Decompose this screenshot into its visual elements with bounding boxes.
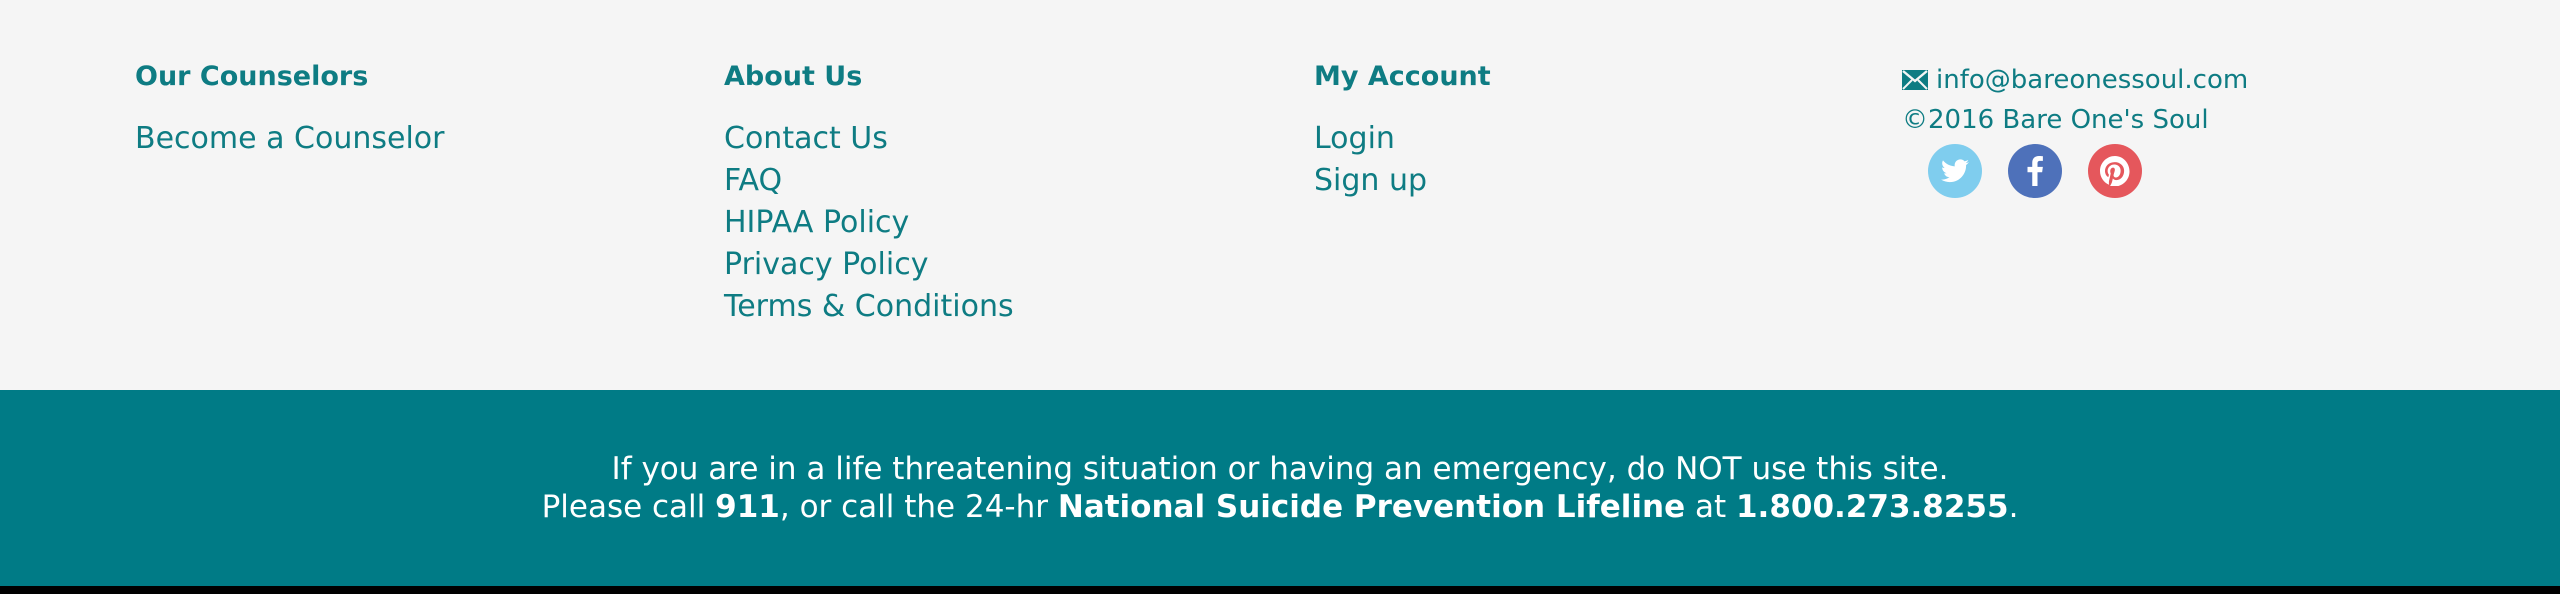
footer-links-section: Our Counselors Become a Counselor About … xyxy=(0,0,2560,390)
notice-text: , or call the 24-hr xyxy=(779,489,1058,525)
link-hipaa-policy[interactable]: HIPAA Policy xyxy=(724,202,1014,244)
counselors-column: Our Counselors Become a Counselor xyxy=(135,60,444,160)
about-column: About Us Contact Us FAQ HIPAA Policy Pri… xyxy=(724,60,1014,328)
about-heading: About Us xyxy=(724,61,863,92)
account-column: My Account Login Sign up xyxy=(1314,60,1491,202)
twitter-icon xyxy=(1941,159,1969,183)
notice-text: . xyxy=(2008,489,2019,525)
facebook-icon xyxy=(2027,156,2043,186)
link-privacy-policy[interactable]: Privacy Policy xyxy=(724,244,1014,286)
link-sign-up[interactable]: Sign up xyxy=(1314,160,1491,202)
link-become-counselor[interactable]: Become a Counselor xyxy=(135,118,444,160)
pinterest-icon xyxy=(2100,156,2130,186)
emergency-number: 911 xyxy=(715,489,780,525)
notice-text: at xyxy=(1685,489,1736,525)
social-links xyxy=(1928,144,2248,198)
lifeline-name: National Suicide Prevention Lifeline xyxy=(1057,489,1686,525)
emergency-notice-banner: If you are in a life threatening situati… xyxy=(0,390,2560,586)
email-link[interactable]: info@bareonessoul.com xyxy=(1902,62,2248,98)
pinterest-button[interactable] xyxy=(2088,144,2142,198)
link-faq[interactable]: FAQ xyxy=(724,160,1014,202)
emergency-notice-line1: If you are in a life threatening situati… xyxy=(611,451,1949,487)
link-login[interactable]: Login xyxy=(1314,118,1491,160)
counselors-heading: Our Counselors xyxy=(135,61,369,92)
counselors-links: Become a Counselor xyxy=(135,118,444,160)
twitter-button[interactable] xyxy=(1928,144,1982,198)
account-links: Login Sign up xyxy=(1314,118,1491,202)
link-contact-us[interactable]: Contact Us xyxy=(724,118,1014,160)
about-links: Contact Us FAQ HIPAA Policy Privacy Poli… xyxy=(724,118,1014,328)
email-address: info@bareonessoul.com xyxy=(1936,65,2249,95)
facebook-button[interactable] xyxy=(2008,144,2062,198)
notice-text: Please call xyxy=(541,489,716,525)
emergency-notice-line2: Please call 911, or call the 24-hr Natio… xyxy=(0,488,2560,526)
contact-column: info@bareonessoul.com ©2016 Bare One's S… xyxy=(1902,62,2248,198)
copyright-text: ©2016 Bare One's Soul xyxy=(1902,105,2209,135)
footer: Our Counselors Become a Counselor About … xyxy=(0,0,2560,586)
envelope-icon xyxy=(1902,70,1928,90)
lifeline-phone: 1.800.273.8255 xyxy=(1735,489,2009,525)
account-heading: My Account xyxy=(1314,61,1491,92)
link-terms-conditions[interactable]: Terms & Conditions xyxy=(724,286,1014,328)
